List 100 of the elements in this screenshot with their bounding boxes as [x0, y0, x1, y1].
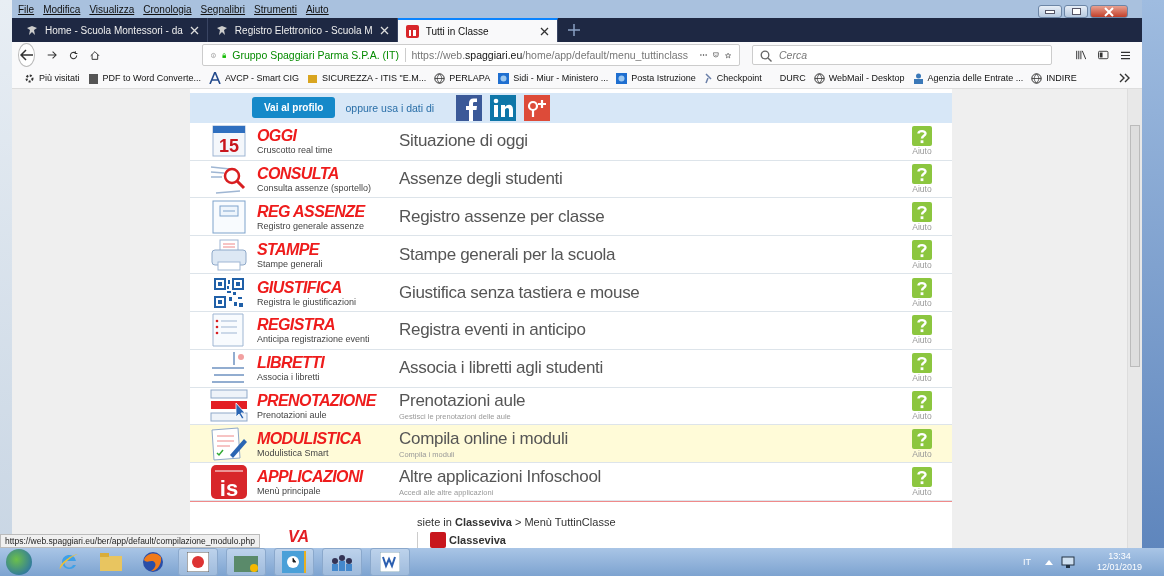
logo-icon	[307, 72, 319, 84]
qr-code-icon	[214, 277, 244, 308]
search-icon	[760, 50, 772, 62]
brand-name: Classeviva	[449, 533, 506, 546]
menu-description: Giustifica senza tastiera e mouse	[399, 281, 641, 304]
sidebar-icon[interactable]	[1098, 49, 1109, 61]
globe-icon	[1031, 72, 1043, 84]
minimize-button[interactable]	[1038, 5, 1062, 18]
menu-subtitle: Associa i libretti	[257, 372, 321, 383]
menu-row[interactable]: REG ASSENZE Registro generale assenze Registro assenze per classe Aiuto	[190, 198, 952, 237]
clock-date: 12/01/2019	[1096, 562, 1142, 573]
linkedin-icon[interactable]	[490, 94, 517, 121]
menu-subtitle: Consulta assenze (sportello)	[257, 183, 373, 194]
menu-title[interactable]: APPLICAZIONI	[257, 467, 399, 486]
more-icon[interactable]	[700, 53, 708, 57]
menu-row[interactable]: CONSULTA Consulta assenze (sportello) Assenze degli studenti Aiuto	[190, 160, 952, 199]
forward-icon[interactable]	[47, 49, 58, 61]
home-icon[interactable]	[90, 48, 100, 62]
menu-title[interactable]: GIUSTIFICA	[257, 278, 399, 297]
menu-description: Assenze degli studenti	[399, 168, 564, 191]
menu-item[interactable]: Aiuto	[305, 3, 329, 15]
menu-item[interactable]: Modifica	[43, 3, 81, 15]
bookmark-label[interactable]: INDIRE	[1046, 73, 1077, 83]
menu-item[interactable]: Strumenti	[254, 3, 297, 15]
bookmark-label[interactable]: Più visitati	[39, 73, 80, 83]
app-icon	[405, 24, 419, 38]
square-icon	[616, 72, 628, 84]
menu-description: Prenotazioni aule	[399, 390, 527, 413]
menu-row[interactable]: REGISTRA Anticipa registrazione eventi Registra eventi in anticipo Aiuto	[190, 311, 952, 350]
menu-icon[interactable]	[1120, 49, 1130, 61]
pocket-icon[interactable]	[713, 49, 719, 61]
printer-icon	[211, 238, 247, 271]
bookmark-label[interactable]: Checkpoint	[716, 73, 762, 83]
plus-icon[interactable]	[567, 24, 580, 36]
booking-icon	[210, 388, 248, 423]
bird-icon	[215, 24, 228, 36]
form-pen-icon	[210, 426, 248, 461]
register-icon	[211, 199, 247, 234]
menu-row[interactable]: GIUSTIFICA Registra le giustificazioni Giustifica senza tastiera e mouse Aiuto	[190, 274, 952, 312]
search-field[interactable]: Cerca	[752, 45, 1052, 65]
globe-icon	[434, 72, 446, 84]
globe-icon	[813, 72, 825, 84]
menu-item[interactable]: Segnalibri	[200, 3, 246, 15]
app-icon[interactable]	[178, 548, 218, 576]
facebook-icon[interactable]	[456, 94, 483, 121]
maximize-button[interactable]	[1064, 5, 1088, 18]
close-icon[interactable]	[539, 26, 549, 36]
menu-title[interactable]: PRENOTAZIONE	[257, 391, 399, 410]
close-button[interactable]	[1090, 5, 1128, 18]
bookmark-label[interactable]: SICUREZZA - ITIS "E.M...	[322, 73, 427, 83]
bookmark-label[interactable]: Agenzia delle Entrate ...	[927, 73, 1024, 83]
people-icon[interactable]	[322, 548, 362, 576]
browser-tab[interactable]: Tutti in Classe	[397, 18, 558, 42]
start-button[interactable]	[6, 549, 32, 575]
menu-row[interactable]: LIBRETTI Associa i libretti Associa i libretti agli studenti Aiuto	[190, 349, 952, 388]
menu-item[interactable]: Cronologia	[143, 3, 192, 15]
clock-app-icon[interactable]	[274, 548, 314, 576]
person-icon	[912, 72, 924, 84]
document-icon[interactable]	[370, 548, 410, 576]
bookmark-label[interactable]: PDF to Word Converte...	[102, 73, 201, 83]
back-button[interactable]	[18, 43, 36, 67]
bookmark-label[interactable]: AVCP - Smart CIG	[224, 73, 300, 83]
profile-button[interactable]: Vai al profilo	[252, 97, 336, 119]
menu-item[interactable]: File	[18, 3, 35, 15]
menu-description: Registro assenze per classe	[399, 205, 606, 228]
menu-title[interactable]: CONSULTA	[257, 165, 399, 184]
bookmark-label[interactable]: Sidi - Miur - Ministero ...	[513, 73, 609, 83]
menu-subtitle: Cruscotto real time	[257, 145, 334, 156]
menu-title[interactable]: LIBRETTI	[257, 354, 399, 373]
menu-row[interactable]: STAMPE Stampe generali Stampe generali per la scuola Aiuto	[190, 236, 952, 275]
google-plus-icon[interactable]	[524, 94, 551, 121]
menu-subtitle: Registro generale assenze	[257, 220, 366, 231]
menu-title[interactable]: REGISTRA	[257, 316, 399, 335]
menu-subtitle: Anticipa registrazione eventi	[257, 334, 371, 345]
status-url: https://web.spaggiari.eu/ber/app/default/compilazione_modulo.php	[0, 534, 260, 548]
chevron-icon[interactable]	[1119, 73, 1130, 83]
menu-subtitle: Stampe generali	[257, 258, 324, 269]
bookmark-label[interactable]: WebMail - Desktop	[828, 73, 905, 83]
menu-row[interactable]: 15 OGGI Cruscotto real time Situazione di oggi Aiuto	[190, 122, 952, 161]
scrollbar[interactable]	[1127, 89, 1142, 548]
calendar-icon: 15	[212, 125, 246, 158]
url-text: https://web.spaggiari.eu/home/app/default/menu_tuttinclass	[411, 49, 689, 61]
site-identity: Gruppo Spaggiari Parma S.P.A. (IT)	[232, 49, 399, 61]
menu-title[interactable]: REG ASSENZE	[257, 202, 399, 221]
library-icon[interactable]	[1076, 49, 1087, 61]
bookmark-label[interactable]: PERLAPA	[449, 73, 491, 83]
bookmark-label[interactable]: Posta Istruzione	[631, 73, 696, 83]
menu-title[interactable]: OGGI	[257, 127, 399, 146]
close-icon	[1104, 6, 1114, 17]
reload-icon[interactable]	[69, 48, 79, 62]
app-icon[interactable]	[226, 548, 266, 576]
breadcrumb: siete in Classeviva > Menù TuttinClasse	[417, 515, 616, 528]
bookmark-label[interactable]: DURC	[779, 73, 806, 83]
menu-title[interactable]: STAMPE	[257, 240, 399, 259]
menu-subtitle: Menù principale	[257, 485, 322, 496]
menu-subtitle: Prenotazioni aule	[257, 409, 328, 420]
menu-title[interactable]: MODULISTICA	[257, 429, 399, 448]
network-icon[interactable]	[1060, 556, 1075, 568]
address-bar[interactable]: Gruppo Spaggiari Parma S.P.A. (IT) https://web.spaggiari.eu/home/app/default/menu_tuttinclass	[202, 44, 740, 66]
menu-item[interactable]: Visualizza	[89, 3, 135, 15]
